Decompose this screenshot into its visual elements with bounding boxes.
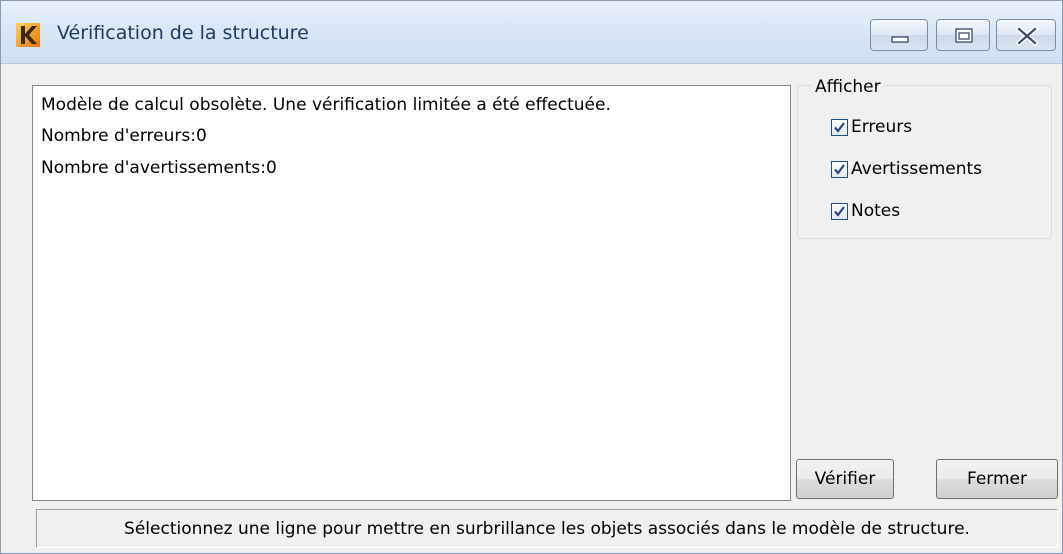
checkbox-checked-icon[interactable] <box>831 203 848 220</box>
result-line[interactable]: Modèle de calcul obsolète. Une vérificat… <box>41 95 611 115</box>
errors-label[interactable]: Erreurs <box>851 117 912 137</box>
app-icon <box>16 23 40 47</box>
verify-button[interactable]: Vérifier <box>796 459 894 499</box>
notes-label[interactable]: Notes <box>851 201 900 221</box>
close-icon <box>1015 25 1039 47</box>
results-list[interactable]: Modèle de calcul obsolète. Une vérificat… <box>32 85 791 501</box>
result-line[interactable]: Nombre d'erreurs:0 <box>41 126 207 146</box>
maximize-button[interactable] <box>936 19 990 51</box>
checkbox-checked-icon[interactable] <box>831 161 848 178</box>
maximize-icon <box>955 28 973 43</box>
filter-group-legend: Afficher <box>812 77 884 97</box>
close-window-button[interactable] <box>996 19 1056 51</box>
window-title: Vérification de la structure <box>57 22 309 44</box>
checkbox-checked-icon[interactable] <box>831 119 848 136</box>
result-line[interactable]: Nombre d'avertissements:0 <box>41 158 277 178</box>
dialog-window: Vérification de la structure Modèle de c… <box>0 0 1063 554</box>
close-button[interactable]: Fermer <box>936 459 1058 499</box>
minimize-icon <box>891 36 909 43</box>
status-text: Sélectionnez une ligne pour mettre en su… <box>124 518 970 539</box>
title-bar[interactable]: Vérification de la structure <box>1 1 1062 64</box>
warnings-label[interactable]: Avertissements <box>851 159 982 179</box>
status-bar: Sélectionnez une ligne pour mettre en su… <box>36 509 1058 548</box>
minimize-button[interactable] <box>870 19 928 51</box>
